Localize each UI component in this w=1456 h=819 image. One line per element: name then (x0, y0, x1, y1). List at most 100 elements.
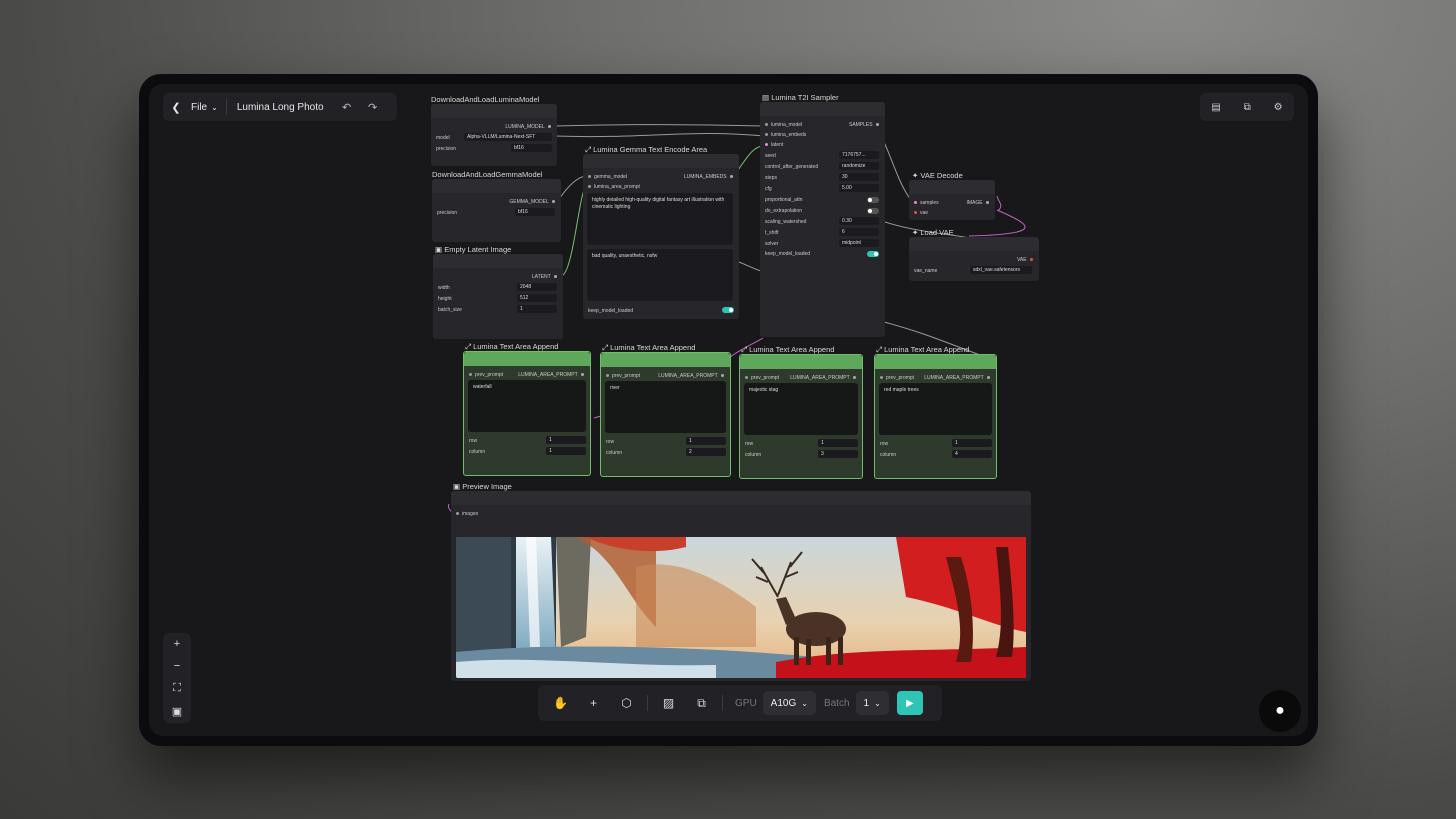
node-download-gemma[interactable]: GEMMA_MODEL precision bf16 (432, 179, 561, 242)
input-prev-prompt[interactable]: prev_prompt (745, 375, 779, 381)
batch-label: Batch (823, 697, 850, 709)
height-input[interactable]: 512 (517, 294, 557, 302)
keep-model-loaded-toggle[interactable] (867, 251, 879, 257)
row-input[interactable]: 1 (818, 439, 858, 447)
gpu-select[interactable]: A10G ⌄ (762, 691, 816, 715)
node-append-3[interactable]: prev_prompt LUMINA_AREA_PROMPT majestic … (739, 354, 863, 479)
chat-support-button[interactable]: ● (1259, 690, 1301, 732)
image-gallery-icon[interactable]: ▨ (652, 696, 685, 710)
area-prompt-textarea[interactable]: waterfall (468, 380, 586, 432)
node-download-lumina[interactable]: LUMINA_MODEL model Alpha-VLLM/Lumina-Nex… (431, 104, 557, 166)
input-latent[interactable]: latent (765, 142, 783, 148)
batch-size-input[interactable]: 1 (517, 305, 557, 313)
input-lumina-embeds[interactable]: lumina_embeds (765, 132, 806, 138)
row-input[interactable]: 1 (952, 439, 992, 447)
output-lumina-embeds[interactable]: LUMINA_EMBEDS (684, 174, 733, 180)
positive-prompt-textarea[interactable]: highly detailed high-quality digital fan… (587, 193, 733, 245)
output-lumina-area-prompt[interactable]: LUMINA_AREA_PROMPT (658, 373, 724, 379)
output-image[interactable]: IMAGE (966, 200, 989, 206)
cube-icon[interactable]: ⬡ (610, 696, 643, 710)
plus-icon[interactable]: + (577, 696, 610, 710)
vae-name-label: vae_name (914, 268, 938, 274)
precision-select[interactable]: bf16 (511, 144, 552, 152)
output-vae[interactable]: VAE (1017, 257, 1033, 263)
node-sampler[interactable]: lumina_model lumina_embeds latent SAMPLE… (760, 102, 885, 337)
input-gemma-model[interactable]: gemma_model (588, 174, 627, 180)
node-append-4[interactable]: prev_prompt LUMINA_AREA_PROMPT red maple… (874, 354, 997, 479)
hand-icon[interactable]: ✋ (544, 696, 577, 710)
input-lumina-area-prompt[interactable]: lumina_area_prompt (588, 184, 640, 190)
input-vae[interactable]: vae (914, 210, 928, 216)
column-input[interactable]: 4 (952, 450, 992, 458)
control-after-generated-label: control_after_generated (765, 164, 819, 170)
vae-name-select[interactable]: sdxl_vae.safetensors (970, 266, 1032, 274)
panel-icon[interactable]: ▤ (1211, 102, 1220, 113)
cfg-input[interactable]: 5.00 (839, 184, 879, 192)
output-gemma-model[interactable]: GEMMA_MODEL (509, 199, 555, 205)
chevron-left-icon[interactable]: ❮ (163, 101, 189, 114)
node-empty-latent[interactable]: LATENT width 2048 height 512 batch_size … (433, 254, 563, 339)
width-input[interactable]: 2048 (517, 283, 557, 291)
height-label: height (438, 296, 452, 302)
column-input[interactable]: 3 (818, 450, 858, 458)
layout-icon[interactable]: ⧉ (685, 696, 718, 711)
node-title-download-lumina: DownloadAndLoadLuminaModel (431, 95, 540, 104)
node-vae-decode[interactable]: samples vae IMAGE (909, 180, 995, 220)
chevron-down-icon: ⌄ (801, 698, 808, 708)
column-input[interactable]: 1 (546, 447, 586, 455)
input-samples[interactable]: samples (914, 200, 939, 206)
output-lumina-area-prompt[interactable]: LUMINA_AREA_PROMPT (518, 372, 584, 378)
node-append-1[interactable]: prev_prompt LUMINA_AREA_PROMPT waterfall… (463, 351, 591, 476)
keep-model-loaded-label: keep_model_loaded (765, 251, 811, 257)
node-load-vae[interactable]: VAE vae_name sdxl_vae.safetensors (909, 237, 1039, 281)
input-prev-prompt[interactable]: prev_prompt (880, 375, 914, 381)
output-lumina-area-prompt[interactable]: LUMINA_AREA_PROMPT (924, 375, 990, 381)
seed-input[interactable]: 7176757... (839, 151, 879, 159)
area-prompt-textarea[interactable]: river (605, 381, 726, 433)
row-input[interactable]: 1 (546, 436, 586, 444)
control-after-generated-select[interactable]: randomize (839, 162, 879, 170)
model-select[interactable]: Alpha-VLLM/Lumina-Next-SFT (464, 133, 552, 141)
file-menu[interactable]: File ⌄ (189, 99, 227, 115)
area-prompt-textarea[interactable]: majestic stag (744, 383, 858, 435)
steps-input[interactable]: 30 (839, 173, 879, 181)
output-samples[interactable]: SAMPLES (849, 122, 879, 128)
fit-icon[interactable]: ⛶ (173, 682, 181, 695)
batch-select[interactable]: 1 ⌄ (855, 691, 889, 715)
node-append-2[interactable]: prev_prompt LUMINA_AREA_PROMPT river row… (600, 352, 731, 477)
minus-icon[interactable]: − (174, 660, 180, 672)
model-label: model (436, 135, 450, 141)
top-right-toolbar: ▤ ⧉ ⚙ (1200, 93, 1294, 121)
input-lumina-model[interactable]: lumina_model (765, 122, 802, 128)
input-images[interactable]: images (456, 511, 478, 517)
row-input[interactable]: 1 (686, 437, 726, 445)
gear-icon[interactable]: ⚙ (1274, 102, 1283, 113)
workflow-title[interactable]: Lumina Long Photo (227, 102, 334, 113)
output-lumina-model[interactable]: LUMINA_MODEL (505, 124, 551, 130)
proportional-attn-toggle[interactable] (867, 197, 879, 203)
t-shift-input[interactable]: 6 (839, 228, 879, 236)
plus-icon[interactable]: + (174, 638, 180, 650)
input-prev-prompt[interactable]: prev_prompt (469, 372, 503, 378)
keep-model-loaded-toggle[interactable] (722, 307, 734, 313)
proportional-attn-label: proportional_attn (765, 197, 803, 203)
do-extrapolation-toggle[interactable] (867, 208, 879, 214)
column-input[interactable]: 2 (686, 448, 726, 456)
run-button[interactable]: ▶ (896, 691, 923, 715)
solver-select[interactable]: midpoint (839, 239, 879, 247)
node-title-load-vae: ✦ Load VAE (912, 228, 954, 237)
redo-icon[interactable]: ↷ (360, 101, 386, 114)
scaling-watershed-input[interactable]: 0.30 (839, 217, 879, 225)
app-screen: ❮ File ⌄ Lumina Long Photo ↶ ↷ ▤ ⧉ ⚙ Dow… (149, 84, 1308, 736)
lock-icon[interactable]: ▣ (172, 705, 182, 718)
undo-icon[interactable]: ↶ (334, 101, 360, 114)
output-lumina-area-prompt[interactable]: LUMINA_AREA_PROMPT (790, 375, 856, 381)
input-prev-prompt[interactable]: prev_prompt (606, 373, 640, 379)
negative-prompt-textarea[interactable]: bad quality, unaesthetic, nsfw (587, 249, 733, 301)
area-prompt-textarea[interactable]: red maple trees (879, 383, 992, 435)
output-latent[interactable]: LATENT (532, 274, 557, 280)
precision-select[interactable]: bf16 (515, 208, 555, 216)
node-gemma-encode[interactable]: gemma_model lumina_area_prompt LUMINA_EM… (583, 154, 739, 319)
batch-size-label: batch_size (438, 307, 462, 313)
queue-icon[interactable]: ⧉ (1244, 102, 1251, 113)
